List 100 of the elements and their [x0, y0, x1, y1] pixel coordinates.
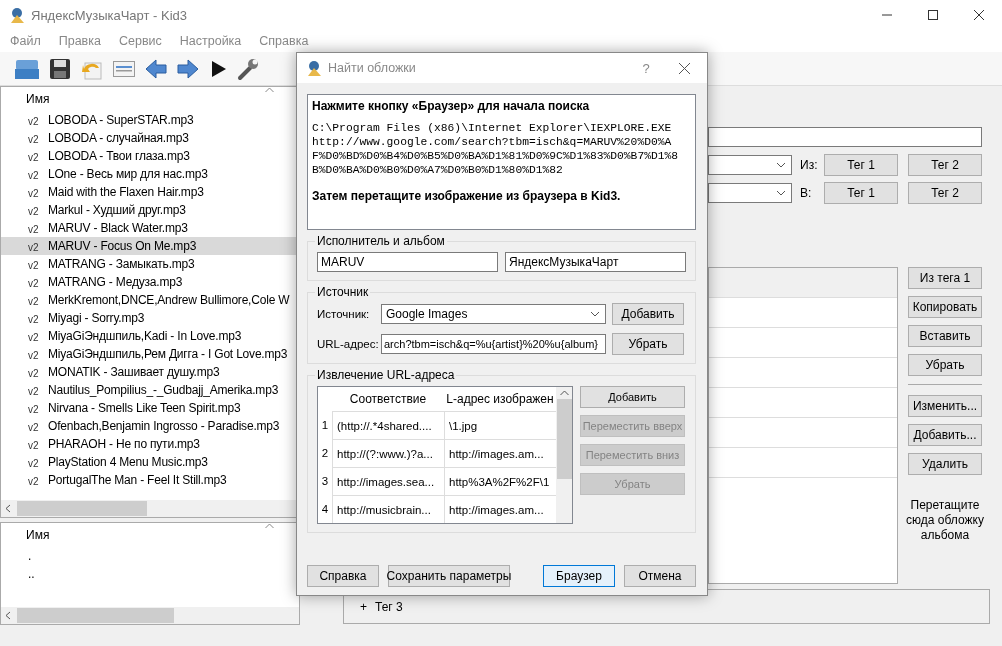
tag-version: v2	[27, 295, 40, 307]
file-row[interactable]: v2 PlayStation 4 Menu Music.mp3	[1, 453, 299, 471]
scrollbar[interactable]	[556, 387, 572, 523]
column-header[interactable]: L-адрес изображен	[444, 387, 556, 411]
file-row[interactable]: v2 LOBODA - случайная.mp3	[1, 129, 299, 147]
dialog-button[interactable]: Браузер	[543, 565, 615, 587]
file-row[interactable]: v2 PortugalThe Man - Feel It Still.mp3	[1, 471, 299, 489]
scroll-left-icon[interactable]	[5, 611, 11, 620]
column-header[interactable]: Соответствие	[332, 387, 444, 411]
menu-item[interactable]: Сервис	[118, 34, 170, 48]
column-header[interactable]: Имя	[26, 92, 50, 106]
extraction-button[interactable]: Добавить	[580, 386, 685, 408]
file-name: LOne - Весь мир для нас.mp3	[48, 167, 208, 181]
file-row[interactable]: v2 Miyagi - Sorry.mp3	[1, 309, 299, 327]
tag-button[interactable]: Тег 1	[824, 154, 898, 176]
scrollbar-thumb[interactable]	[17, 608, 174, 623]
combo-box[interactable]	[708, 183, 792, 203]
chevron-down-icon	[776, 161, 786, 169]
scrollbar[interactable]	[1, 607, 299, 624]
menu-item[interactable]: Правка	[58, 34, 109, 48]
file-row[interactable]: v2 MATRANG - Медуза.mp3	[1, 273, 299, 291]
tag-button[interactable]: Тег 2	[908, 154, 982, 176]
file-name: LOBODA - Твои глаза.mp3	[48, 149, 190, 163]
add-button[interactable]: Добавить	[612, 303, 684, 325]
file-row[interactable]: v2 Ofenbach,Benjamin Ingrosso - Paradise.mp3	[1, 417, 299, 435]
menu-item[interactable]: Файл	[10, 34, 49, 48]
file-row[interactable]: v2 MiyaGiЭндшпиль,Рем Дигга - I Got Love.mp3	[1, 345, 299, 363]
side-button[interactable]: Из тега 1	[908, 267, 982, 289]
file-row[interactable]: v2 LOBODA - Твои глаза.mp3	[1, 147, 299, 165]
expand-toggle[interactable]: +	[360, 599, 367, 614]
tag-version: v2	[27, 313, 40, 325]
file-row[interactable]: v2 MATRANG - Замыкать.mp3	[1, 255, 299, 273]
dialog-button[interactable]: Сохранить параметры	[388, 565, 510, 587]
tag-button[interactable]: Тег 2	[908, 182, 982, 204]
file-name: MONATIK - Зашивает душу.mp3	[48, 365, 220, 379]
row-number: 2	[320, 446, 330, 461]
file-name: Nautilus_Pompilius_-_Gudbajj_Amerika.mp3	[48, 383, 279, 397]
file-row[interactable]: v2 MARUV - Focus On Me.mp3	[1, 237, 299, 255]
file-row[interactable]: v2 LOne - Весь мир для нас.mp3	[1, 165, 299, 183]
url-field[interactable]: arch?tbm=isch&q=%u{artist}%20%u{album}	[381, 334, 606, 354]
file-row[interactable]: v2 Nautilus_Pompilius_-_Gudbajj_Amerika.mp3	[1, 381, 299, 399]
directory-name[interactable]: .	[28, 549, 32, 563]
file-name: Markul - Худший друг.mp3	[48, 203, 186, 217]
wrench-icon[interactable]	[236, 56, 260, 81]
maximize-icon[interactable]	[928, 10, 938, 20]
close-icon[interactable]	[678, 62, 690, 74]
file-name: LOBODA - случайная.mp3	[48, 131, 189, 145]
help-button[interactable]: ?	[631, 60, 661, 76]
file-row[interactable]: v2 PHARAOH - Не по пути.mp3	[1, 435, 299, 453]
combo-box[interactable]	[708, 155, 792, 175]
drop-hint: Перетащите сюда обложку альбома	[905, 498, 985, 543]
instruction-footer: Затем перетащите изображение из браузера в Kid3.	[312, 189, 621, 203]
table-cell: http://musicbrain...	[332, 495, 444, 523]
tag-version: v2	[27, 133, 40, 145]
dialog-button[interactable]: Отмена	[624, 565, 696, 587]
tag-version: v2	[27, 241, 40, 253]
column-header[interactable]: Имя	[26, 528, 50, 542]
instruction-heading: Нажмите кнопку «Браузер» для начала поиска	[312, 99, 590, 113]
close-icon[interactable]	[974, 10, 984, 20]
sort-icon	[265, 87, 274, 93]
file-row[interactable]: v2 Markul - Худший друг.mp3	[1, 201, 299, 219]
artist-field[interactable]: MARUV	[317, 252, 498, 272]
side-button[interactable]: Копировать	[908, 296, 982, 318]
file-row[interactable]: v2 LOBODA - SuperSTAR.mp3	[1, 111, 299, 129]
arrow-right-icon[interactable]	[176, 56, 200, 81]
file-row[interactable]: v2 MiyaGiЭндшпиль,Kadi - In Love.mp3	[1, 327, 299, 345]
side-button[interactable]: Изменить...	[908, 395, 982, 417]
dialog-button[interactable]: Справка	[307, 565, 379, 587]
table-cell: http://images.sea...	[332, 467, 444, 495]
scrollbar[interactable]	[1, 500, 299, 517]
side-button[interactable]: Убрать	[908, 354, 982, 376]
scrollbar-thumb[interactable]	[17, 501, 147, 516]
side-button[interactable]: Вставить	[908, 325, 982, 347]
album-field[interactable]: ЯндексМузыкаЧарт	[505, 252, 686, 272]
file-row[interactable]: v2 MARUV - Black Water.mp3	[1, 219, 299, 237]
tag-version: v2	[27, 169, 40, 181]
scroll-left-icon[interactable]	[5, 504, 11, 513]
file-row[interactable]: v2 MerkKremont,DNCE,Andrew Bullimore,Cole W	[1, 291, 299, 309]
source-combo[interactable]: Google Images	[381, 304, 606, 324]
menu-item[interactable]: Справка	[259, 34, 317, 48]
file-row[interactable]: v2 MONATIK - Зашивает душу.mp3	[1, 363, 299, 381]
table-cell: http://(?:www.)?a...	[332, 439, 444, 467]
remove-button[interactable]: Убрать	[612, 333, 684, 355]
file-row[interactable]: v2 Maid with the Flaxen Hair.mp3	[1, 183, 299, 201]
side-button[interactable]: Добавить...	[908, 424, 982, 446]
directory-name[interactable]: ..	[28, 567, 35, 581]
file-name: MiyaGiЭндшпиль,Рем Дигга - I Got Love.mp3	[48, 347, 288, 361]
file-name: Ofenbach,Benjamin Ingrosso - Paradise.mp3	[48, 419, 280, 433]
menu-item[interactable]: Настройка	[179, 34, 250, 48]
search-url: http://www.google.com/search?tbm=isch&q=MARUV%20%D0%AF%D0%BD%D0%B4%D0%B5%D0%BA%D1%81%D0%9C%D1%83%D0%B7%D1%8B%D0%BA%D0%B0%D0%A7%D0%B0%D1%80%D1%82	[312, 135, 680, 177]
file-name: MARUV - Black Water.mp3	[48, 221, 188, 235]
tag-version: v2	[27, 259, 40, 271]
file-row[interactable]: v2 Nirvana - Smells Like Teen Spirit.mp3	[1, 399, 299, 417]
tag-version: v2	[27, 151, 40, 163]
tag-button[interactable]: Тег 1	[824, 182, 898, 204]
tag-version: v2	[27, 385, 40, 397]
text-field[interactable]	[708, 127, 982, 147]
side-button[interactable]: Удалить	[908, 453, 982, 475]
arrow-left-icon[interactable]	[144, 56, 168, 81]
scrollbar-thumb[interactable]	[556, 399, 572, 479]
